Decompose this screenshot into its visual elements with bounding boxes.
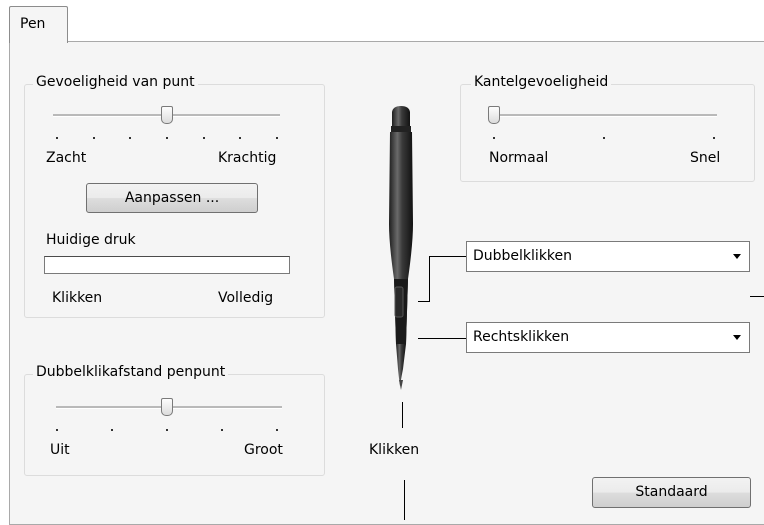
tilt-title: Kantelgevoeligheid (471, 74, 612, 90)
tip-feel-tick (203, 137, 205, 139)
tab-pen[interactable]: Pen (9, 6, 68, 43)
current-pressure-bar (44, 256, 290, 274)
tilt-max-label: Snel (690, 150, 721, 166)
tip-feel-max-label: Krachtig (218, 150, 277, 166)
double-click-distance-max-label: Groot (244, 442, 283, 458)
tip-feel-tick (166, 137, 168, 139)
double-click-distance-group (24, 374, 325, 476)
default-button-label: Standaard (635, 484, 708, 500)
tilt-tick (493, 137, 495, 139)
chevron-down-icon (733, 254, 741, 259)
double-click-distance-tick (166, 429, 168, 431)
chevron-down-icon (733, 335, 741, 340)
default-button[interactable]: Standaard (592, 477, 751, 508)
upper-button-callout-vertical (429, 256, 430, 302)
double-click-distance-tick (56, 429, 58, 431)
lower-button-value: Rechtsklikken (473, 329, 570, 345)
tilt-min-label: Normaal (489, 150, 549, 166)
side-marker (750, 296, 764, 297)
pen-illustration (389, 106, 413, 390)
current-pressure-label: Huidige druk (46, 232, 136, 248)
tip-feel-tick (56, 137, 58, 139)
lower-button-callout-line (418, 338, 466, 339)
upper-button-callout-line (430, 256, 466, 257)
tilt-slider-thumb[interactable] (488, 106, 500, 124)
double-click-distance-min-label: Uit (50, 442, 70, 458)
double-click-distance-title: Dubbelklikafstand penpunt (33, 364, 229, 380)
tip-feel-tick (239, 137, 241, 139)
lower-button-select[interactable]: Rechtsklikken (466, 322, 750, 353)
tilt-group (460, 84, 755, 182)
tip-callout-line (402, 402, 403, 428)
tilt-tick (603, 137, 605, 139)
upper-button-select[interactable]: Dubbelklikken (466, 241, 750, 272)
pressure-max-label: Volledig (218, 290, 274, 306)
double-click-distance-tick (221, 429, 223, 431)
customize-button[interactable]: Aanpassen ... (86, 183, 258, 213)
tab-pen-label: Pen (20, 16, 46, 32)
bottom-marker (404, 480, 405, 520)
tip-feel-tick (93, 137, 95, 139)
pressure-min-label: Klikken (52, 290, 103, 306)
double-click-distance-tick (276, 429, 278, 431)
tip-feel-tick (129, 137, 131, 139)
tilt-slider-track[interactable] (490, 114, 717, 117)
upper-button-value: Dubbelklikken (473, 248, 573, 264)
tilt-tick (713, 137, 715, 139)
upper-button-callout-stub (418, 301, 430, 302)
tip-feel-min-label: Zacht (46, 150, 87, 166)
customize-button-label: Aanpassen ... (124, 190, 220, 206)
tip-feel-tick (276, 137, 278, 139)
tip-feel-title: Gevoeligheid van punt (33, 74, 198, 90)
double-click-distance-tick (111, 429, 113, 431)
pen-tip-label: Klikken (369, 442, 420, 458)
double-click-distance-slider-thumb[interactable] (161, 398, 173, 416)
tip-feel-slider-thumb[interactable] (161, 106, 173, 124)
